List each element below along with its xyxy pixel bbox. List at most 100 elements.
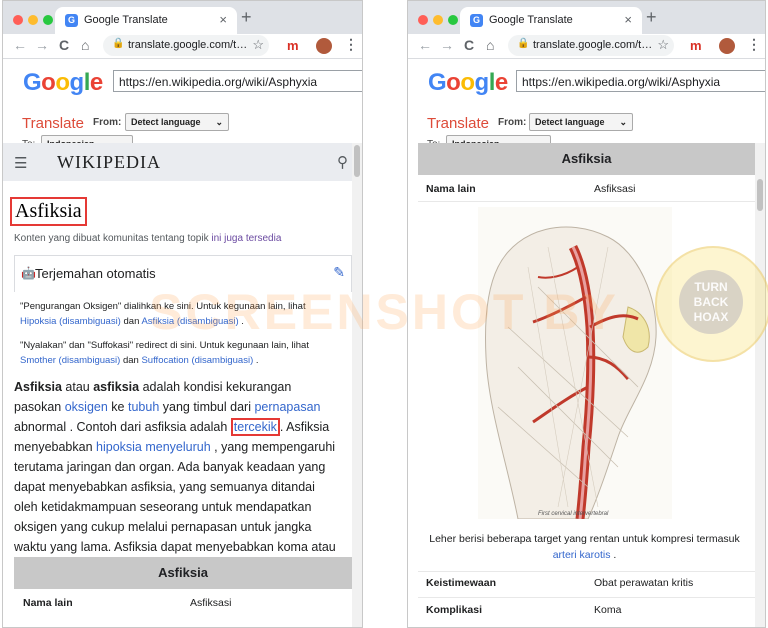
forward-icon[interactable]: →	[440, 37, 454, 53]
minimize-window-button[interactable]	[28, 15, 38, 25]
new-tab-button[interactable]: +	[646, 7, 657, 28]
browser-toolbar: ← → C ⌂ 🔒 translate.google.com/t… ☆ m ⋮	[3, 34, 362, 58]
divider	[418, 571, 755, 572]
infobox-row-label[interactable]: Keistimewaan	[426, 577, 496, 589]
scrollbar[interactable]	[755, 143, 765, 627]
browser-window-left: G Google Translate × + ← → C ⌂ 🔒 transla…	[2, 0, 363, 628]
tab-google-translate[interactable]: G Google Translate ×	[55, 7, 237, 34]
hatnote-link[interactable]: Hipoksia (disambiguasi)	[20, 316, 121, 327]
infobox-row-value: Asfiksasi	[594, 183, 636, 195]
divider	[418, 597, 755, 598]
scrollbar-thumb[interactable]	[354, 145, 360, 177]
minimize-window-button[interactable]	[433, 15, 443, 25]
auto-translation-banner: 🤖 Terjemahan otomatis ✎	[14, 255, 352, 292]
link-tercekik[interactable]: tercekik	[230, 418, 280, 436]
neck-anatomy-image[interactable]: First cervical intervertebral	[478, 207, 672, 520]
infobox-row-value: Asfiksasi	[190, 597, 232, 609]
bookmark-star-icon[interactable]: ☆	[657, 37, 669, 53]
browser-toolbar: ← → C ⌂ 🔒 translate.google.com/t… ☆ m ⋮	[408, 34, 765, 58]
translated-page-right: Asfiksia Nama lain Asfiksasi First cervi…	[408, 143, 755, 627]
link-oksigen[interactable]: oksigen	[65, 400, 108, 414]
robot-icon: 🤖	[21, 266, 36, 280]
link-pernapasan[interactable]: pernapasan	[254, 400, 320, 414]
maximize-window-button[interactable]	[448, 15, 458, 25]
menu-icon[interactable]: ⋮	[747, 36, 761, 53]
infobox-title: Asfiksia	[14, 557, 352, 589]
google-translate-icon: G	[470, 14, 483, 27]
new-tab-button[interactable]: +	[241, 7, 252, 28]
divider	[418, 201, 755, 202]
translate-label: Translate	[427, 115, 489, 132]
url-input[interactable]: https://en.wikipedia.org/wiki/Asphyxia	[516, 70, 765, 92]
infobox-row-label[interactable]: Komplikasi	[426, 604, 482, 616]
close-tab-icon[interactable]: ×	[624, 12, 632, 27]
auto-translation-title: Terjemahan otomatis	[35, 266, 156, 281]
link-arteri-karotis[interactable]: arteri karotis	[553, 549, 611, 561]
profile-avatar[interactable]	[316, 38, 332, 54]
search-icon[interactable]: ⚲	[337, 153, 348, 171]
reload-icon[interactable]: C	[59, 37, 69, 53]
translate-bar: Google https://en.wikipedia.org/wiki/Asp…	[3, 58, 362, 153]
home-icon[interactable]: ⌂	[81, 37, 89, 53]
close-window-button[interactable]	[13, 15, 23, 25]
menu-icon[interactable]: ⋮	[344, 36, 358, 53]
infobox-row-value[interactable]: Obat perawatan kritis	[594, 577, 693, 589]
neck-anatomy-illustration	[478, 207, 672, 520]
wikipedia-header: ☰ WIKIPEDIA ⚲	[3, 143, 352, 181]
extension-icon[interactable]: m	[287, 38, 299, 53]
link-tubuh[interactable]: tubuh	[128, 400, 159, 414]
translate-label: Translate	[22, 115, 84, 132]
hatnote-link[interactable]: Asfiksia (disambiguasi)	[141, 316, 238, 327]
translated-page-left: ☰ WIKIPEDIA ⚲ Asfiksia Konten yang dibua…	[3, 143, 352, 627]
tab-strip: G Google Translate × +	[3, 1, 362, 34]
chevron-down-icon: ⌄	[619, 117, 627, 127]
window-controls	[13, 12, 58, 30]
tab-title: Google Translate	[489, 14, 573, 26]
forward-icon[interactable]: →	[35, 37, 49, 53]
wikipedia-logo[interactable]: WIKIPEDIA	[57, 152, 161, 173]
link-hipoksia[interactable]: hipoksia menyeluruh	[96, 440, 211, 454]
profile-avatar[interactable]	[719, 38, 735, 54]
from-label: From:	[498, 117, 527, 128]
address-text: translate.google.com/t…	[533, 39, 653, 51]
image-label: First cervical intervertebral	[538, 511, 609, 517]
hatnote-link[interactable]: Smother (disambiguasi)	[20, 355, 120, 366]
hamburger-menu-icon[interactable]: ☰	[14, 154, 27, 172]
close-window-button[interactable]	[418, 15, 428, 25]
google-translate-icon: G	[65, 14, 78, 27]
extension-icon[interactable]: m	[690, 38, 702, 53]
from-label: From:	[93, 117, 122, 128]
infobox-row-value[interactable]: Koma	[594, 604, 621, 616]
reload-icon[interactable]: C	[464, 37, 474, 53]
hatnote-1: "Pengurangan Oksigen" dialihkan ke sini.…	[20, 301, 306, 327]
tab-title: Google Translate	[84, 14, 168, 26]
browser-window-right: G Google Translate × + ← → C ⌂ 🔒 transla…	[407, 0, 766, 628]
back-icon[interactable]: ←	[418, 37, 432, 53]
hatnote-2: "Nyalakan" dan "Suffokasi" redirect di s…	[20, 340, 309, 366]
address-bar[interactable]: 🔒 translate.google.com/t… ☆	[508, 35, 674, 56]
community-link[interactable]: ini juga tersedia	[211, 233, 281, 244]
home-icon[interactable]: ⌂	[486, 37, 494, 53]
pencil-icon[interactable]: ✎	[333, 264, 345, 281]
from-language-select[interactable]: Detect language ⌄	[529, 113, 633, 131]
lead-paragraph: Asfiksia atau asfiksia adalah kondisi ke…	[14, 380, 336, 574]
bookmark-star-icon[interactable]: ☆	[252, 37, 264, 53]
tab-google-translate[interactable]: G Google Translate ×	[460, 7, 642, 34]
url-input[interactable]: https://en.wikipedia.org/wiki/Asphyxia	[113, 70, 362, 92]
close-tab-icon[interactable]: ×	[219, 12, 227, 27]
from-language-select[interactable]: Detect language ⌄	[125, 113, 229, 131]
google-logo: Google	[428, 69, 508, 96]
infobox-title: Asfiksia	[418, 143, 755, 175]
address-bar[interactable]: 🔒 translate.google.com/t… ☆	[103, 35, 269, 56]
scrollbar-thumb[interactable]	[757, 179, 763, 211]
tab-strip: G Google Translate × +	[408, 1, 765, 34]
image-caption: Leher berisi beberapa target yang rentan…	[429, 533, 740, 561]
infobox-row-label: Nama lain	[23, 597, 73, 609]
infobox-row-label: Nama lain	[426, 183, 476, 195]
maximize-window-button[interactable]	[43, 15, 53, 25]
hatnote-link[interactable]: Suffocation (disambiguasi)	[141, 355, 253, 366]
back-icon[interactable]: ←	[13, 37, 27, 53]
page-title: Asfiksia	[10, 197, 87, 226]
scrollbar[interactable]	[352, 143, 362, 627]
lock-icon: 🔒	[517, 38, 530, 49]
